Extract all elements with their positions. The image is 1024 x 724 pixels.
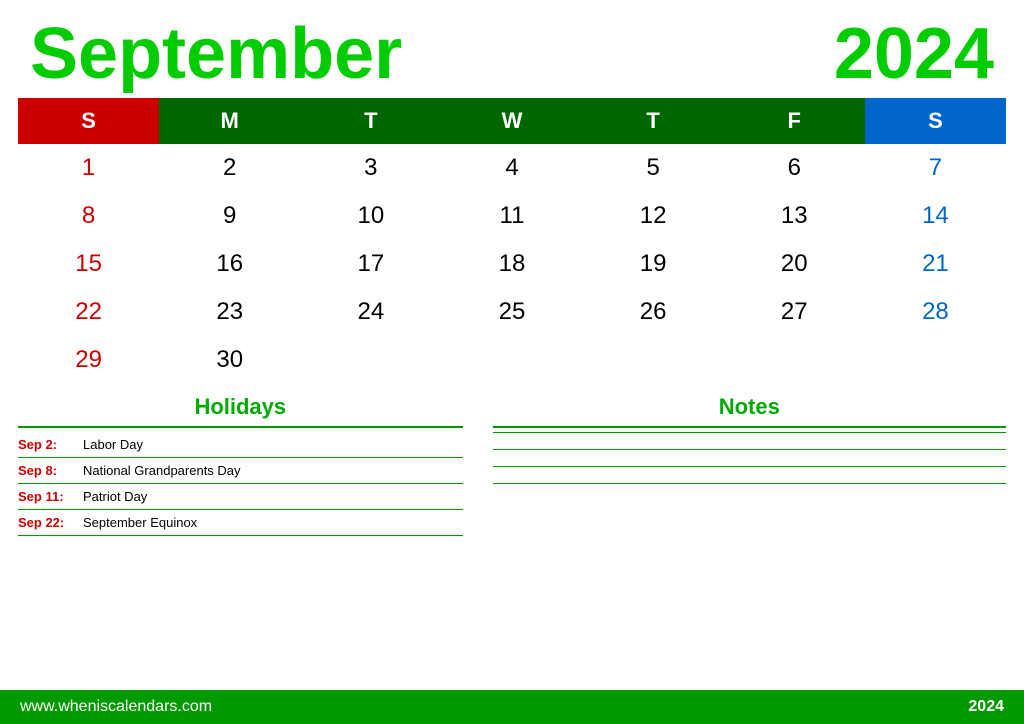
calendar-day: 7	[865, 144, 1006, 192]
calendar-day: 2	[159, 144, 300, 192]
calendar-day	[441, 336, 582, 384]
holiday-item: Sep 2:Labor Day	[18, 432, 463, 458]
calendar-day: 27	[724, 288, 865, 336]
calendar-day: 13	[724, 192, 865, 240]
holidays-section: Holidays Sep 2:Labor DaySep 8:National G…	[18, 394, 463, 536]
calendar-day: 24	[300, 288, 441, 336]
calendar-day: 9	[159, 192, 300, 240]
bottom-section: Holidays Sep 2:Labor DaySep 8:National G…	[0, 384, 1024, 536]
calendar-day: 12	[583, 192, 724, 240]
notes-section: Notes	[493, 394, 1006, 536]
calendar-container: S M T W T F S 12345678910111213141516171…	[0, 98, 1024, 384]
calendar-day: 19	[583, 240, 724, 288]
calendar-day: 15	[18, 240, 159, 288]
calendar-header-row: S M T W T F S	[18, 98, 1006, 144]
holidays-list: Sep 2:Labor DaySep 8:National Grandparen…	[18, 432, 463, 536]
holiday-date: Sep 8:	[18, 463, 83, 478]
col-header-saturday: S	[865, 98, 1006, 144]
notes-title: Notes	[493, 394, 1006, 420]
calendar-day	[583, 336, 724, 384]
calendar-day: 21	[865, 240, 1006, 288]
calendar-week-row: 15161718192021	[18, 240, 1006, 288]
calendar-day: 17	[300, 240, 441, 288]
calendar-day: 20	[724, 240, 865, 288]
notes-line	[493, 466, 1006, 467]
calendar-day: 5	[583, 144, 724, 192]
holiday-date: Sep 22:	[18, 515, 83, 530]
page-header: September 2024	[0, 0, 1024, 98]
footer: www.wheniscalendars.com 2024	[0, 690, 1024, 724]
year-title: 2024	[834, 18, 994, 90]
calendar-week-row: 22232425262728	[18, 288, 1006, 336]
holiday-name: Patriot Day	[83, 489, 147, 504]
calendar-day: 23	[159, 288, 300, 336]
month-title: September	[30, 18, 402, 90]
footer-url: www.wheniscalendars.com	[20, 698, 212, 716]
calendar-day: 10	[300, 192, 441, 240]
calendar-day: 25	[441, 288, 582, 336]
calendar-day: 3	[300, 144, 441, 192]
calendar-day	[865, 336, 1006, 384]
holiday-name: Labor Day	[83, 437, 143, 452]
calendar-day: 11	[441, 192, 582, 240]
calendar-week-row: 891011121314	[18, 192, 1006, 240]
holiday-date: Sep 2:	[18, 437, 83, 452]
holidays-title: Holidays	[18, 394, 463, 420]
notes-line	[493, 449, 1006, 450]
calendar-day: 22	[18, 288, 159, 336]
holiday-date: Sep 11:	[18, 489, 83, 504]
col-header-tuesday: T	[300, 98, 441, 144]
calendar-day: 26	[583, 288, 724, 336]
calendar-day: 6	[724, 144, 865, 192]
calendar-day: 30	[159, 336, 300, 384]
col-header-friday: F	[724, 98, 865, 144]
holiday-item: Sep 8:National Grandparents Day	[18, 458, 463, 484]
calendar-week-row: 2930	[18, 336, 1006, 384]
calendar-day	[300, 336, 441, 384]
col-header-sunday: S	[18, 98, 159, 144]
calendar-day: 14	[865, 192, 1006, 240]
col-header-wednesday: W	[441, 98, 582, 144]
notes-lines	[493, 432, 1006, 484]
calendar-table: S M T W T F S 12345678910111213141516171…	[18, 98, 1006, 384]
notes-line	[493, 432, 1006, 433]
calendar-day: 28	[865, 288, 1006, 336]
calendar-day: 16	[159, 240, 300, 288]
calendar-day: 29	[18, 336, 159, 384]
footer-year: 2024	[968, 698, 1004, 716]
notes-line	[493, 483, 1006, 484]
calendar-day: 8	[18, 192, 159, 240]
calendar-day: 4	[441, 144, 582, 192]
holiday-item: Sep 22:September Equinox	[18, 510, 463, 536]
col-header-monday: M	[159, 98, 300, 144]
notes-top-divider	[493, 426, 1006, 428]
calendar-week-row: 1234567	[18, 144, 1006, 192]
calendar-day: 1	[18, 144, 159, 192]
calendar-day: 18	[441, 240, 582, 288]
col-header-thursday: T	[583, 98, 724, 144]
holiday-name: September Equinox	[83, 515, 197, 530]
calendar-day	[724, 336, 865, 384]
holiday-name: National Grandparents Day	[83, 463, 241, 478]
holidays-top-divider	[18, 426, 463, 428]
holiday-item: Sep 11:Patriot Day	[18, 484, 463, 510]
